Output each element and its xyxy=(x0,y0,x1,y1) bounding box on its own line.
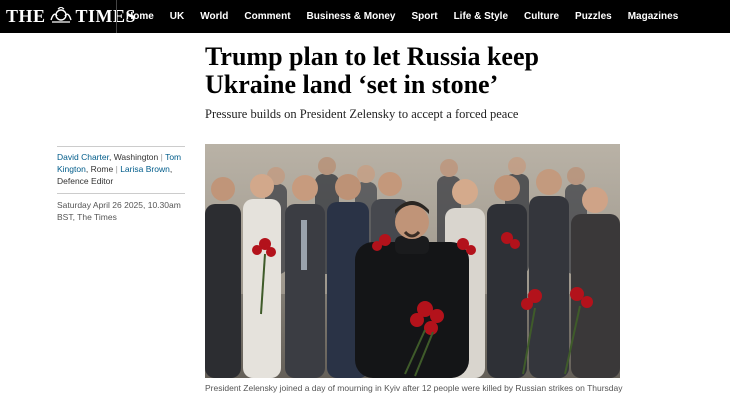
byline: David Charter, Washington | Tom Kington,… xyxy=(57,146,185,187)
nav-item-magazines[interactable]: Magazines xyxy=(628,11,679,22)
nav-item-uk[interactable]: UK xyxy=(170,11,184,22)
nav-item-sport[interactable]: Sport xyxy=(411,11,437,22)
byline-separator: | xyxy=(115,164,118,174)
nav-item-comment[interactable]: Comment xyxy=(244,11,290,22)
nav-item-business-money[interactable]: Business & Money xyxy=(307,11,396,22)
lead-photo-illustration xyxy=(205,144,620,378)
nav-item-world[interactable]: World xyxy=(200,11,228,22)
author-link-david-charter[interactable]: David Charter xyxy=(57,152,109,162)
nav-item-home[interactable]: Home xyxy=(126,11,154,22)
nav-item-culture[interactable]: Culture xyxy=(524,11,559,22)
publish-dateline: Saturday April 26 2025, 10.30am BST, The… xyxy=(57,193,185,223)
section-nav: Home UK World Comment Business & Money S… xyxy=(126,0,694,33)
article-headline: Trump plan to let Russia keep Ukraine la… xyxy=(205,42,539,99)
author-location: , Washington xyxy=(108,152,161,162)
top-nav-bar: THE TIMES Home UK World Comment Business… xyxy=(0,0,730,33)
logo-text-left: THE xyxy=(6,6,46,26)
byline-section: David Charter, Washington | Tom Kington,… xyxy=(57,146,185,223)
author-link-larisa-brown[interactable]: Larisa Brown xyxy=(120,164,170,174)
nav-divider xyxy=(116,0,117,33)
nav-item-puzzles[interactable]: Puzzles xyxy=(575,11,612,22)
lead-photo[interactable] xyxy=(205,144,620,378)
photo-caption: President Zelensky joined a day of mourn… xyxy=(205,383,623,393)
article-standfirst: Pressure builds on President Zelensky to… xyxy=(205,107,519,121)
byline-separator: | xyxy=(160,152,163,162)
author-location: , Rome xyxy=(85,164,116,174)
nav-item-life-style[interactable]: Life & Style xyxy=(454,11,508,22)
royal-crest-icon xyxy=(49,7,72,23)
